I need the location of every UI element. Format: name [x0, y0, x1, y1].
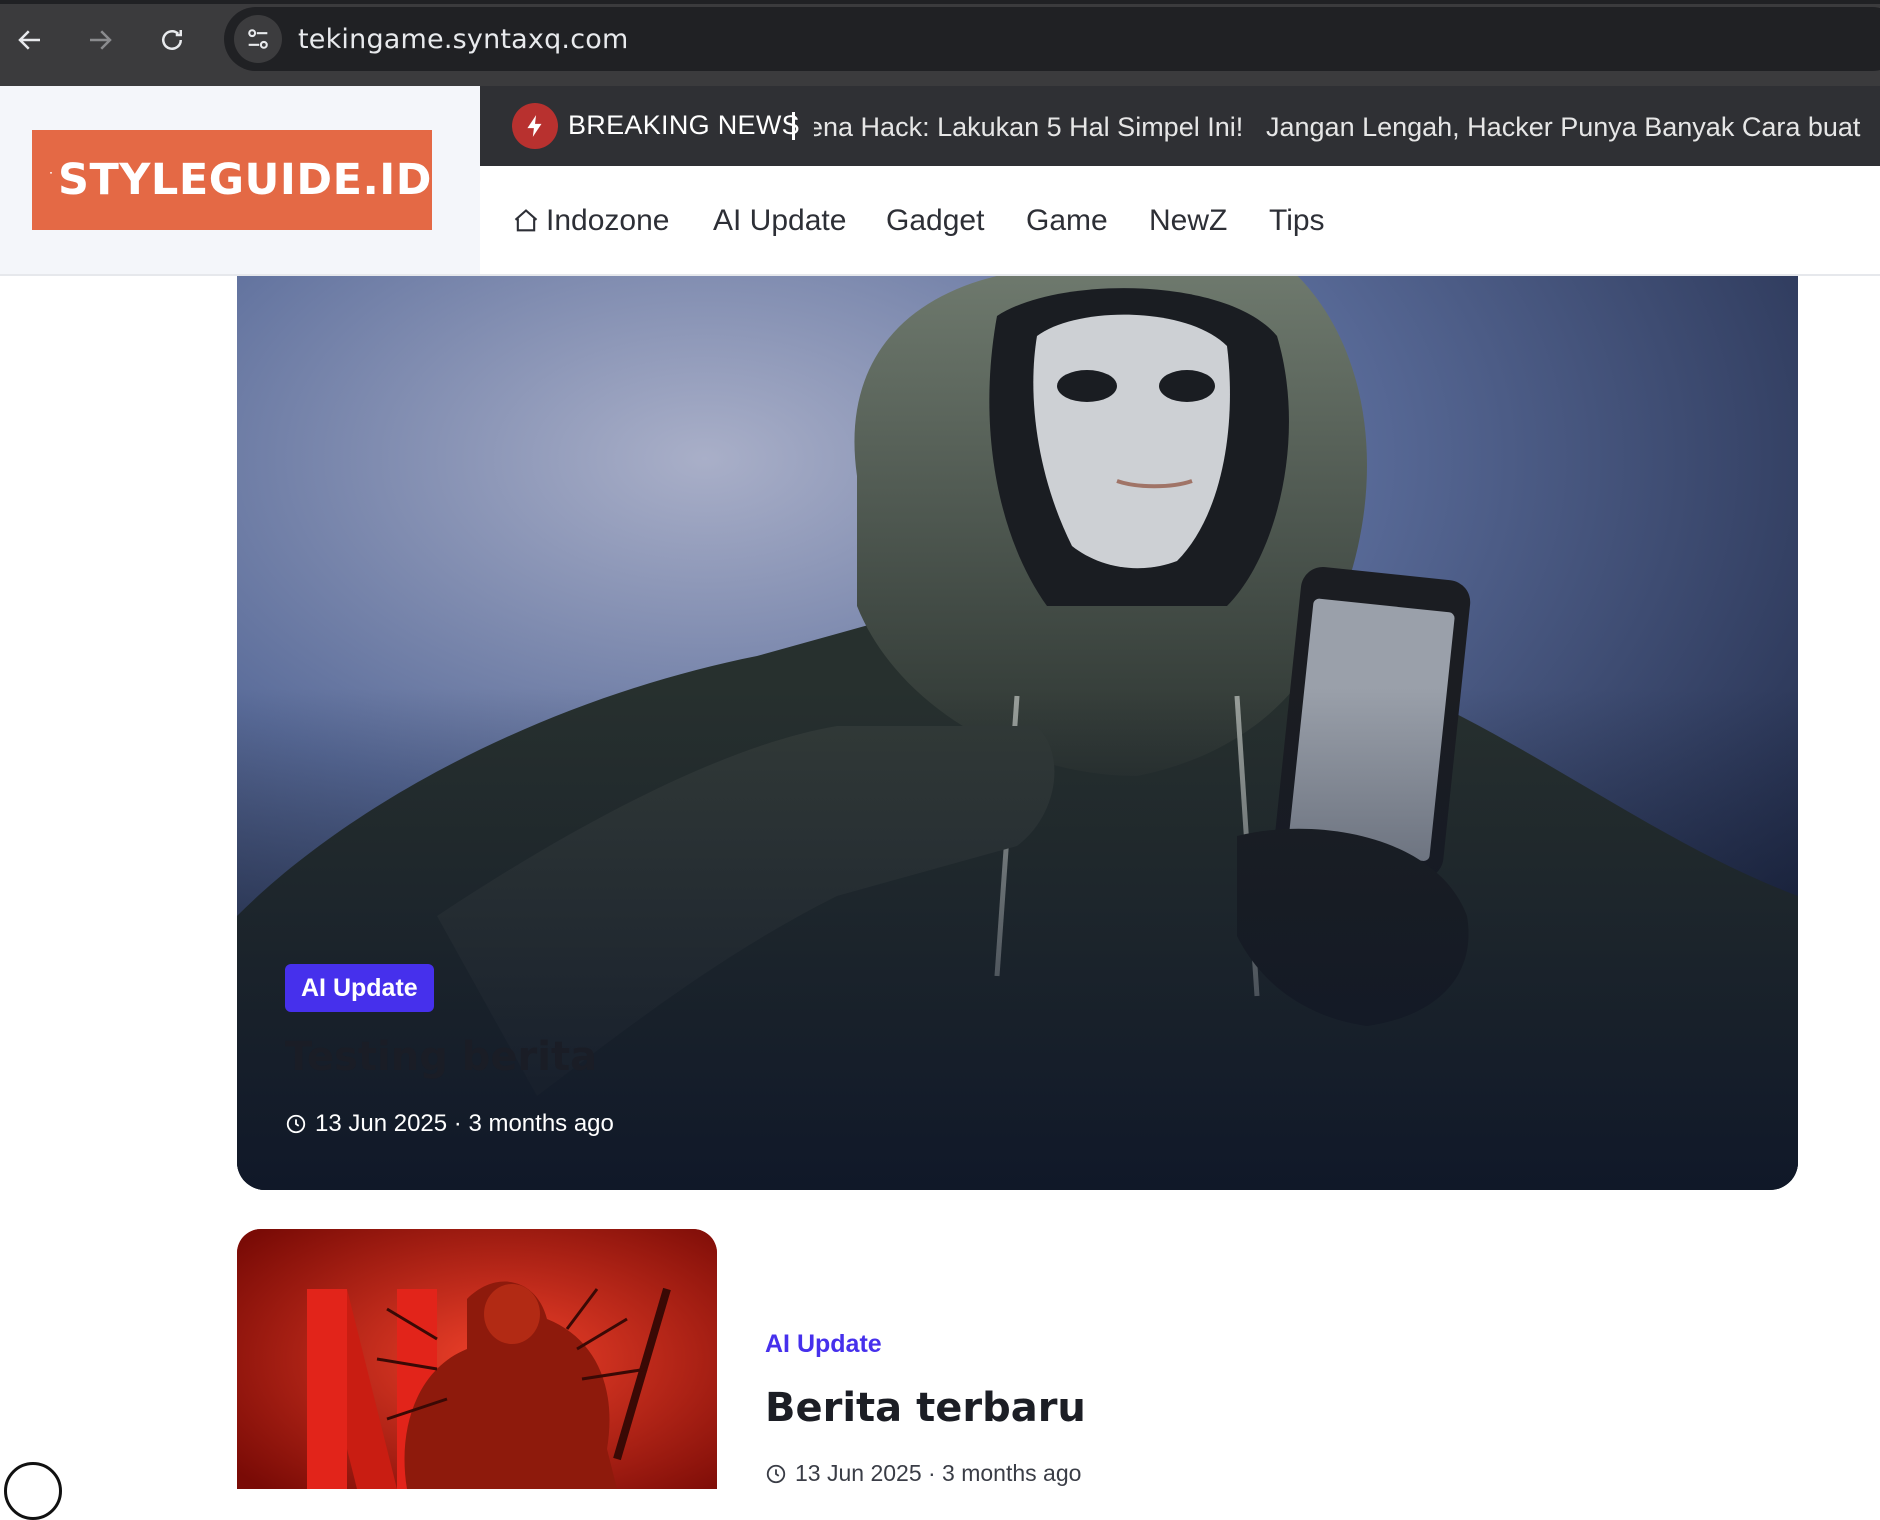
ticker-scroll: ena Hack: Lakukan 5 Hal Simpel Ini! Jang…	[814, 86, 1880, 166]
back-arrow-icon	[18, 30, 40, 50]
menu-item-label: Gadget	[886, 204, 985, 237]
article-date: 13 Jun 2025 · 3 months ago	[315, 1110, 614, 1137]
floating-action-button[interactable]	[4, 1462, 62, 1520]
category-badge[interactable]: AI Update	[285, 964, 434, 1012]
menu-item-gadget[interactable]: Gadget	[886, 204, 984, 238]
site-info-icon	[248, 29, 268, 49]
clock-icon	[286, 1114, 306, 1134]
article-title[interactable]: Testing berita	[285, 1034, 597, 1080]
article-meta: 13 Jun 2025 · 3 months ago	[765, 1460, 1081, 1487]
main-menu: Indozone AI Update Gadget Game NewZ Tips	[480, 166, 1880, 274]
article-thumbnail-image	[237, 1229, 717, 1489]
ticker-item[interactable]: ena Hack: Lakukan 5 Hal Simpel Ini!	[814, 112, 1243, 143]
tab-strip	[0, 0, 1880, 4]
logo-text: STYLEGUIDE.ID	[57, 155, 432, 205]
article-title[interactable]: Berita terbaru	[765, 1385, 1086, 1431]
category-link[interactable]: AI Update	[765, 1330, 882, 1359]
forward-arrow-icon	[90, 30, 112, 50]
featured-article-card[interactable]: AI Update Testing berita 13 Jun 2025 · 3…	[237, 276, 1798, 1190]
menu-item-label: Tips	[1269, 204, 1325, 237]
ticker-item[interactable]: Jangan Lengah, Hacker Punya Banyak Cara …	[1266, 112, 1860, 143]
logo-area: STYLEGUIDE.ID	[0, 86, 480, 275]
menu-item-label: NewZ	[1149, 204, 1228, 237]
site-info-button[interactable]	[234, 15, 282, 63]
menu-item-ai-update[interactable]: AI Update	[713, 204, 846, 238]
menu-item-indozone[interactable]: Indozone	[512, 204, 669, 238]
address-bar[interactable]: tekingame.syntaxq.com	[224, 7, 1880, 71]
article-meta: 13 Jun 2025 · 3 months ago	[285, 1110, 614, 1138]
site-logo[interactable]: STYLEGUIDE.ID	[32, 130, 432, 230]
article-thumbnail[interactable]	[237, 1229, 717, 1489]
menu-item-label: Game	[1026, 204, 1108, 237]
menu-item-newz[interactable]: NewZ	[1149, 204, 1227, 238]
ticker-divider	[792, 112, 795, 140]
reload-button[interactable]	[150, 18, 194, 62]
clock-icon	[766, 1464, 786, 1483]
menu-item-label: Indozone	[546, 204, 670, 237]
breaking-news-ticker: BREAKING NEWS ena Hack: Lakukan 5 Hal Si…	[480, 86, 1880, 166]
article-date: 13 Jun 2025 · 3 months ago	[795, 1460, 1082, 1486]
url-text[interactable]: tekingame.syntaxq.com	[298, 24, 628, 55]
logo-mark-icon	[50, 172, 52, 174]
home-icon	[514, 209, 538, 232]
menu-item-label: AI Update	[713, 204, 847, 237]
browser-toolbar: tekingame.syntaxq.com	[0, 0, 1880, 86]
reload-icon	[162, 30, 182, 50]
menu-item-tips[interactable]: Tips	[1269, 204, 1325, 238]
breaking-news-label: BREAKING NEWS	[568, 110, 800, 140]
lightning-icon	[512, 103, 558, 149]
forward-button[interactable]	[78, 18, 122, 62]
back-button[interactable]	[8, 18, 52, 62]
menu-item-game[interactable]: Game	[1026, 204, 1108, 238]
